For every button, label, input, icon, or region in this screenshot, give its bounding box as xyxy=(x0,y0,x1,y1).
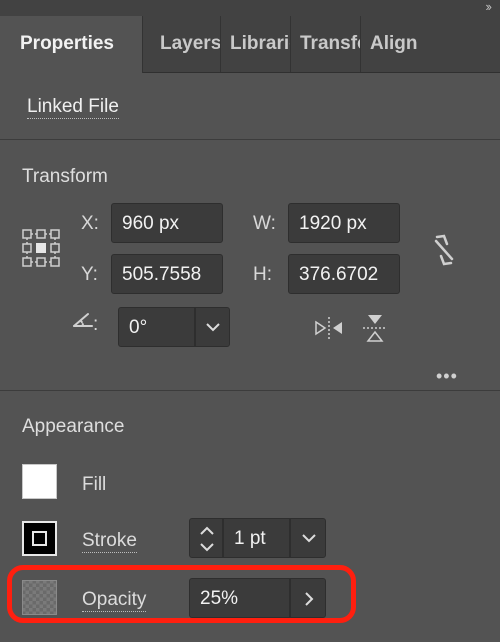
tab-align[interactable]: Align xyxy=(361,16,427,72)
stroke-swatch-inner xyxy=(32,531,47,546)
appearance-heading: Appearance xyxy=(22,416,125,437)
x-label: X: xyxy=(81,213,99,234)
stepper-up-down-icon xyxy=(200,526,214,552)
tab-layers[interactable]: Layers xyxy=(151,16,221,72)
flip-vertical-icon[interactable] xyxy=(362,313,388,343)
rotation-angle-field[interactable]: 0° xyxy=(118,307,195,347)
divider xyxy=(0,390,500,391)
h-label: H: xyxy=(253,264,272,285)
stroke-label-link[interactable]: Stroke xyxy=(82,530,137,553)
linked-file-link[interactable]: Linked File xyxy=(27,96,119,119)
panel-top-bar: ›› xyxy=(0,0,500,16)
tab-transform[interactable]: Transform xyxy=(291,16,361,72)
chevron-down-icon xyxy=(302,534,316,543)
y-label: Y: xyxy=(81,264,98,285)
reference-point-icon[interactable] xyxy=(22,229,60,267)
x-position-field[interactable]: 960 px xyxy=(111,203,223,243)
rotation-angle-dropdown[interactable] xyxy=(195,307,230,347)
flip-horizontal-icon[interactable] xyxy=(314,316,344,340)
panel-tabs: Properties Layers Libraries Transform Al… xyxy=(0,16,500,73)
w-label: W: xyxy=(253,213,276,234)
tab-libraries[interactable]: Libraries xyxy=(221,16,291,72)
stroke-weight-stepper[interactable] xyxy=(189,518,223,558)
stroke-weight-field[interactable]: 1 pt xyxy=(223,518,290,558)
stroke-swatch[interactable] xyxy=(22,521,57,556)
angle-label: : xyxy=(93,314,99,335)
fill-label: Fill xyxy=(82,474,107,495)
chevron-down-icon xyxy=(206,323,220,332)
opacity-highlight-annotation xyxy=(7,565,356,623)
transform-heading: Transform xyxy=(22,166,108,187)
y-position-field[interactable]: 505.7558 xyxy=(111,254,223,294)
rotate-angle-icon xyxy=(73,313,93,327)
width-field[interactable]: 1920 px xyxy=(288,203,400,243)
collapse-panel-icon[interactable]: ›› xyxy=(485,0,492,14)
tab-properties[interactable]: Properties xyxy=(0,16,143,73)
fill-swatch[interactable] xyxy=(22,464,57,499)
more-options-icon[interactable]: ••• xyxy=(436,366,458,387)
height-field[interactable]: 376.6702 xyxy=(288,254,400,294)
constrain-proportions-link-icon[interactable] xyxy=(428,233,460,267)
divider xyxy=(0,139,500,140)
stroke-weight-dropdown[interactable] xyxy=(290,518,326,558)
